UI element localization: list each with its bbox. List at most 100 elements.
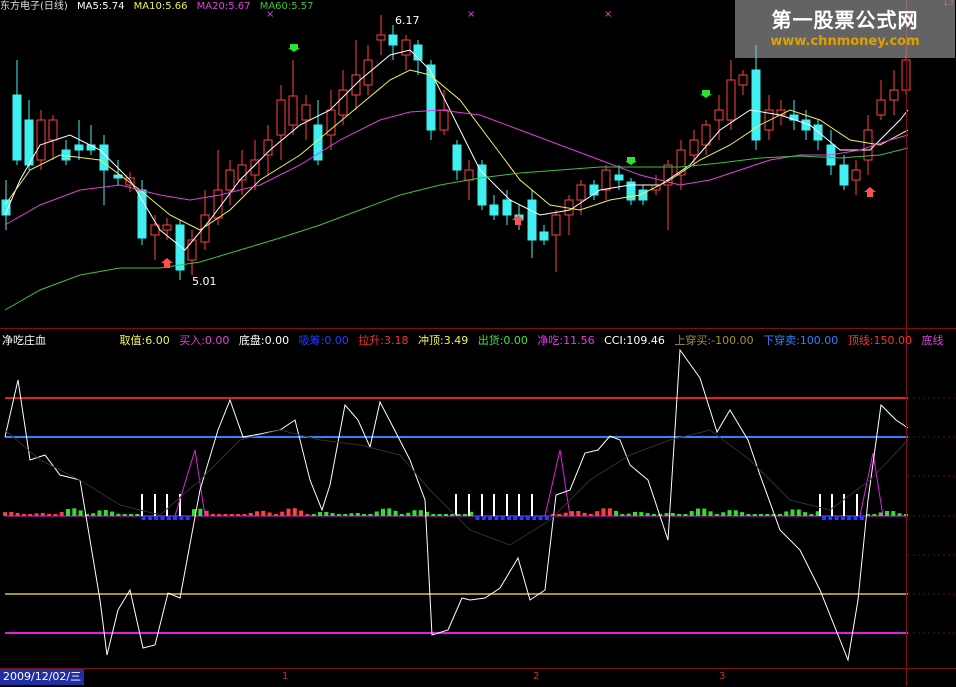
candle-body (263, 139, 273, 156)
hist-bar (651, 514, 656, 516)
hist-bar (9, 511, 14, 516)
hist-bar (374, 511, 379, 516)
hist-bar (267, 512, 272, 516)
down-arrow-icon (625, 157, 637, 165)
hist-bar (393, 510, 398, 516)
hist-bar (645, 513, 650, 516)
hist-bar (3, 512, 7, 516)
hist-bar (557, 514, 562, 516)
hist-bar (765, 514, 770, 516)
hist-bar (633, 511, 637, 516)
hist-bar (343, 513, 348, 516)
month-label-2: 2 (533, 671, 540, 682)
hist-bar (532, 516, 537, 520)
hist-bar (255, 511, 259, 516)
hist-bar (97, 510, 102, 516)
hist-bar (840, 516, 845, 520)
hist-bar (210, 513, 215, 516)
low-price-label: 5.01 (192, 275, 217, 288)
hist-bar (822, 516, 826, 520)
hist-bar (261, 510, 266, 516)
candle-body (889, 89, 899, 101)
candle-body (12, 94, 22, 161)
hist-bar (318, 512, 322, 516)
hist-bar (847, 516, 852, 520)
hist-bar (752, 514, 757, 516)
hist-bar (456, 514, 461, 516)
candle-body (74, 144, 84, 151)
hist-bar (727, 510, 732, 516)
candle-body (714, 109, 724, 121)
hist-bar (418, 510, 423, 516)
ma10-label: MA10:5.66 (133, 1, 188, 12)
hist-bar (223, 514, 228, 516)
candle-body (464, 169, 474, 181)
hist-bar (412, 510, 417, 516)
hist-bar (399, 514, 404, 516)
ind-item-5: 冲顶:3.49 (418, 334, 469, 347)
candle-body (276, 99, 286, 136)
hist-bar (702, 508, 707, 516)
candle-body (48, 119, 58, 141)
hist-bar (355, 512, 360, 516)
ind-item-7: 净吃:11.56 (537, 334, 595, 347)
hist-bar (305, 514, 310, 516)
hist-bar (431, 513, 436, 516)
hist-bar (519, 516, 524, 520)
hist-bar (576, 510, 581, 516)
hist-bar (66, 509, 70, 516)
hist-bar (809, 514, 814, 516)
candle-body (551, 214, 561, 236)
hist-bar (507, 516, 511, 520)
hist-bar (513, 516, 518, 520)
hist-bar (544, 516, 549, 520)
candle-body (351, 74, 361, 96)
hist-bar (620, 514, 625, 516)
hist-bar (166, 516, 171, 520)
hist-bar (481, 516, 486, 520)
hist-bar (872, 513, 877, 516)
candle-body (388, 34, 398, 46)
hist-bar (853, 516, 858, 520)
hist-bar (299, 510, 304, 516)
hist-bar (803, 512, 808, 516)
hist-bar (91, 513, 96, 516)
month-label-1: 1 (282, 671, 289, 682)
candle-body (601, 169, 611, 191)
watermark-title: 第一股票公式网 (771, 8, 919, 32)
candle-body (137, 189, 147, 239)
secondary-line (4, 429, 909, 546)
hist-bar (595, 511, 600, 516)
candle-body (614, 174, 624, 181)
hist-bar (217, 514, 222, 516)
hist-bar (179, 516, 184, 520)
ind-item-12: 底线 (921, 334, 944, 347)
candle-body (701, 124, 711, 146)
ind-item-4: 拉升:3.18 (358, 334, 409, 347)
candle-body (225, 169, 235, 191)
date-axis (0, 668, 956, 687)
hist-bar (229, 514, 234, 516)
candle-body (36, 119, 46, 161)
hist-bar (330, 513, 335, 516)
hist-bar (897, 513, 902, 516)
hist-bar (859, 516, 864, 520)
hist-bar (147, 516, 152, 520)
hist-bar (47, 513, 52, 516)
magenta-spike (544, 449, 571, 517)
hist-bar (746, 514, 751, 516)
hist-bar (336, 513, 341, 516)
candle-body (527, 199, 537, 241)
hist-bar (116, 513, 121, 516)
hist-bar (790, 509, 795, 516)
hist-bar (53, 514, 58, 516)
panel-separator (0, 328, 956, 329)
stock-title: 东方电子(日线) (0, 1, 68, 12)
hist-bar (538, 516, 543, 520)
candle-body (489, 204, 499, 216)
hist-bar (141, 516, 146, 520)
hist-bar (563, 512, 568, 516)
hist-bar (733, 510, 738, 516)
up-arrow-icon (864, 187, 876, 197)
candle-body (363, 59, 373, 86)
